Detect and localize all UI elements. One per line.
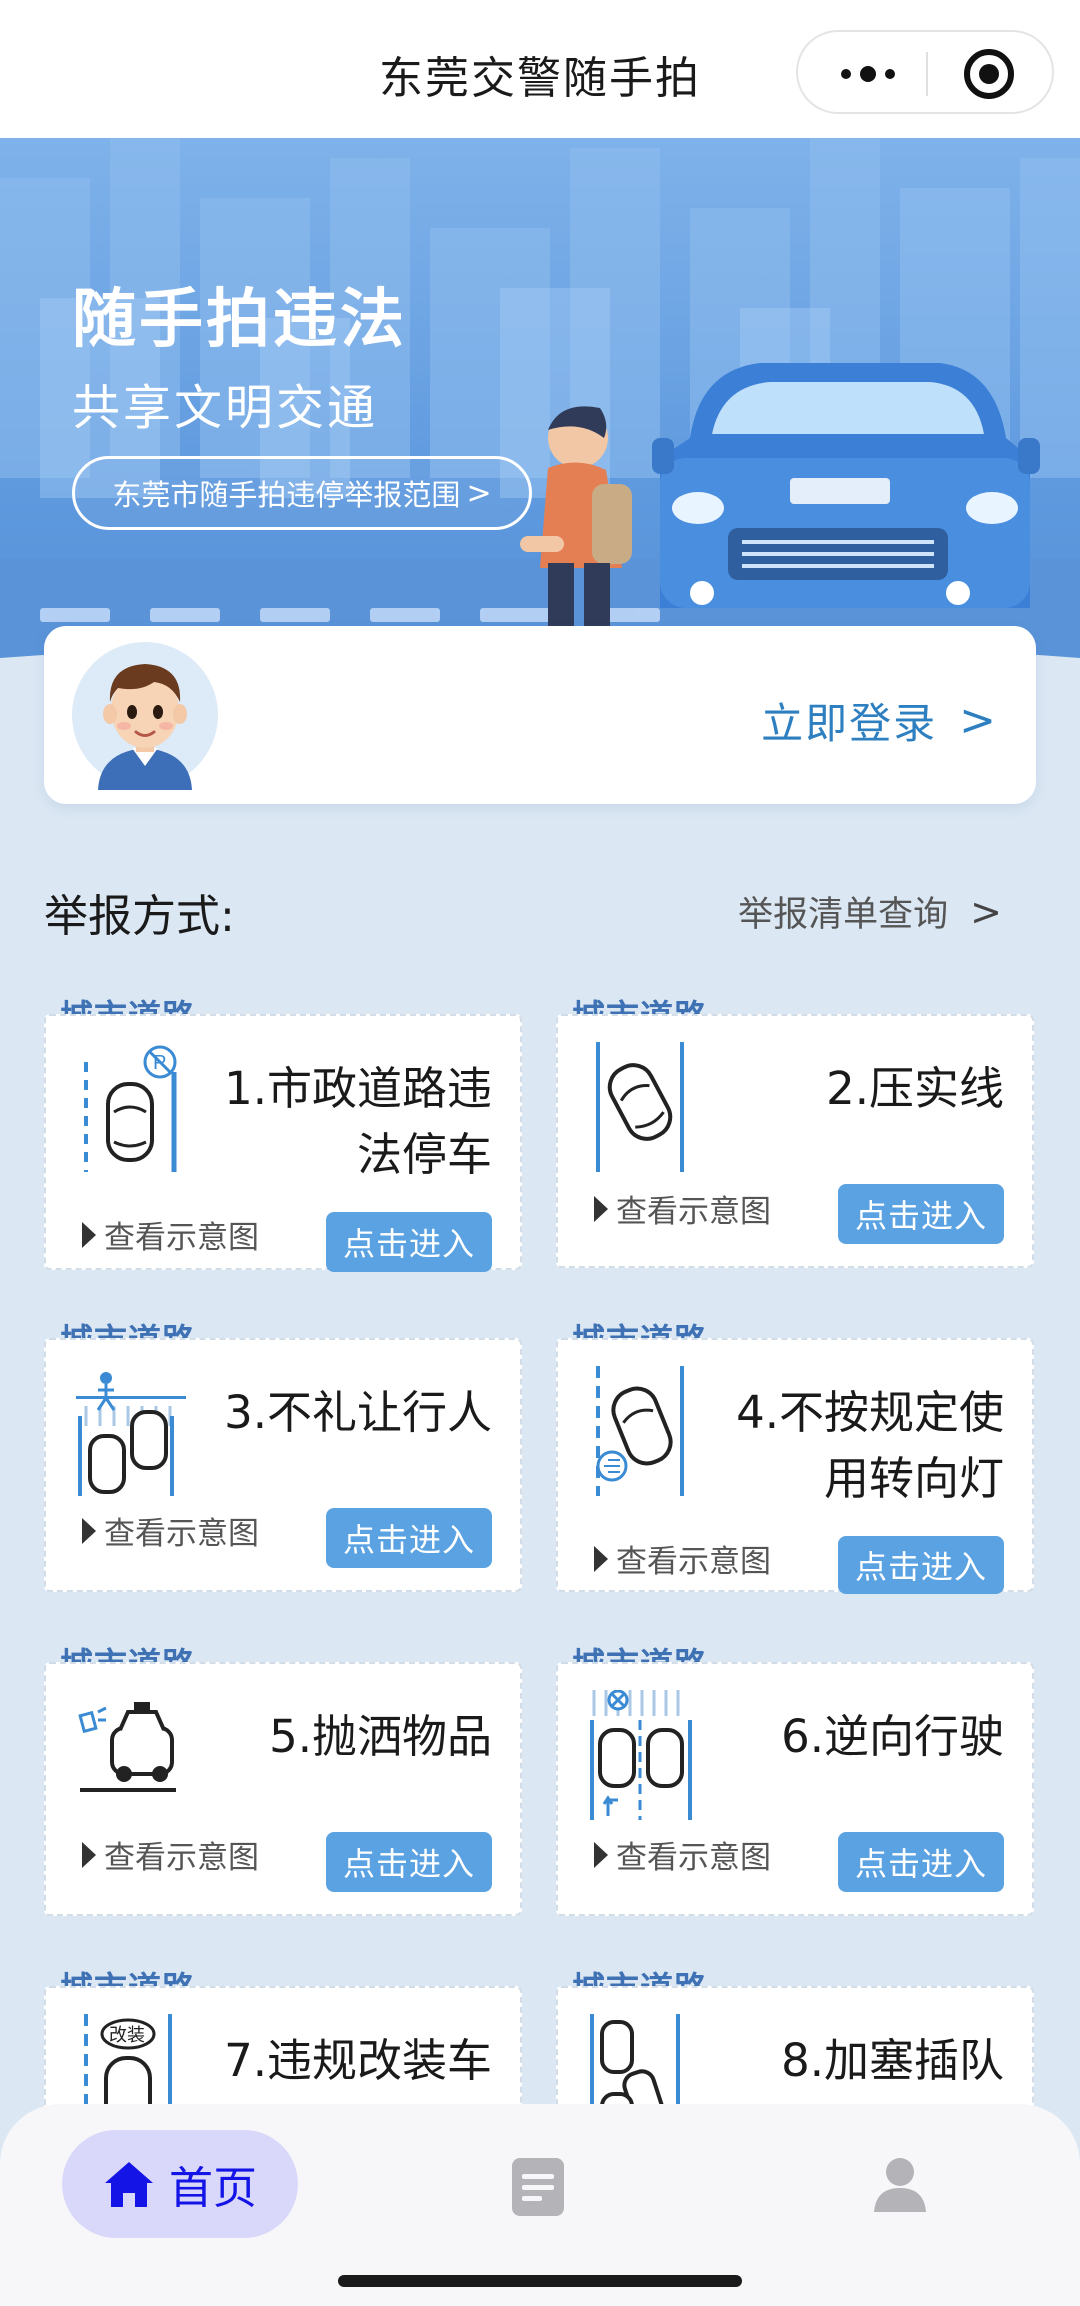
view-diagram-label: 查看示意图: [616, 1194, 771, 1230]
card-title: 2.压实线: [826, 1062, 1004, 1115]
login-card[interactable]: 立即登录 >: [44, 626, 1036, 804]
pedestrian-icon: [76, 1372, 186, 1496]
card-title: 1.市政道路违法停车: [224, 1062, 492, 1181]
login-label: 立即登录: [761, 699, 938, 748]
triangle-right-icon: [594, 1545, 608, 1572]
view-diagram-link[interactable]: 查看示意图: [594, 1536, 771, 1581]
svg-text:改装: 改装: [109, 2025, 145, 2046]
card-title: 8.加塞插队: [781, 2034, 1004, 2087]
report-card-pedestrian[interactable]: 3.不礼让行人 查看示意图 点击进入: [44, 1338, 522, 1592]
turn-signal-icon: [596, 1366, 684, 1496]
littering-icon: [78, 1702, 176, 1792]
view-diagram-label: 查看示意图: [616, 1544, 771, 1580]
enter-button[interactable]: 点击进入: [326, 1508, 492, 1568]
enter-button[interactable]: 点击进入: [326, 1832, 492, 1892]
login-button[interactable]: 立即登录 >: [761, 690, 998, 751]
card-title: 4.不按规定使用转向灯: [736, 1386, 1004, 1505]
home-icon: [105, 2162, 153, 2207]
tab-home-label: 首页: [169, 2163, 257, 2214]
chevron-right-icon: >: [466, 475, 492, 511]
triangle-right-icon: [594, 1195, 608, 1222]
nav-bar: 东莞交警随手拍: [0, 0, 1080, 138]
enter-button[interactable]: 点击进入: [838, 1536, 1004, 1594]
car-figure: [652, 363, 1040, 608]
report-card-solid-line[interactable]: 2.压实线 查看示意图 点击进入: [556, 1014, 1034, 1268]
enter-button[interactable]: 点击进入: [838, 1184, 1004, 1244]
tab-records[interactable]: [508, 2156, 568, 2218]
report-scope-button[interactable]: 东莞市随手拍违停举报范围 >: [72, 456, 532, 530]
triangle-right-icon: [82, 1221, 96, 1248]
wrong-way-icon: [590, 1690, 692, 1820]
view-diagram-label: 查看示意图: [104, 1220, 259, 1256]
chevron-right-icon: >: [970, 889, 1002, 934]
home-indicator: [338, 2275, 742, 2287]
card-title: 3.不礼让行人: [224, 1386, 492, 1439]
report-card-littering[interactable]: 5.抛洒物品 查看示意图 点击进入: [44, 1662, 522, 1916]
parking-icon: P: [84, 1045, 177, 1172]
view-diagram-label: 查看示意图: [104, 1840, 259, 1876]
banner-title: 随手拍违法: [72, 283, 407, 357]
report-list-query-link[interactable]: 举报清单查询 >: [738, 886, 1002, 937]
enter-button[interactable]: 点击进入: [838, 1832, 1004, 1892]
card-title: 6.逆向行驶: [781, 1710, 1004, 1763]
chevron-right-icon: >: [959, 695, 998, 746]
more-icon[interactable]: [828, 54, 908, 94]
capsule-divider: [926, 52, 928, 96]
solid-line-icon: [596, 1042, 684, 1172]
enter-button[interactable]: 点击进入: [326, 1212, 492, 1272]
close-target-icon[interactable]: [964, 49, 1014, 99]
view-diagram-label: 查看示意图: [616, 1840, 771, 1876]
view-diagram-link[interactable]: 查看示意图: [594, 1186, 771, 1231]
card-title: 7.违规改装车: [224, 2034, 492, 2087]
report-card-parking[interactable]: P 1.市政道路违法停车 查看示意图 点击进入: [44, 1014, 522, 1272]
tab-home[interactable]: 首页: [62, 2130, 298, 2238]
report-list-query-label: 举报清单查询: [738, 895, 949, 935]
report-methods-title: 举报方式:: [44, 891, 235, 942]
banner-subtitle: 共享文明交通: [72, 380, 379, 436]
triangle-right-icon: [82, 1517, 96, 1544]
tab-profile[interactable]: [870, 2154, 930, 2214]
report-card-turn-signal[interactable]: 4.不按规定使用转向灯 查看示意图 点击进入: [556, 1338, 1034, 1594]
report-card-wrong-way[interactable]: 6.逆向行驶 查看示意图 点击进入: [556, 1662, 1034, 1916]
view-diagram-link[interactable]: 查看示意图: [82, 1508, 259, 1553]
triangle-right-icon: [82, 1841, 96, 1868]
view-diagram-link[interactable]: 查看示意图: [82, 1212, 259, 1257]
triangle-right-icon: [594, 1841, 608, 1868]
card-title: 5.抛洒物品: [269, 1710, 492, 1763]
report-scope-label: 东莞市随手拍违停举报范围: [112, 478, 461, 512]
view-diagram-link[interactable]: 查看示意图: [594, 1832, 771, 1877]
view-diagram-label: 查看示意图: [104, 1516, 259, 1552]
view-diagram-link[interactable]: 查看示意图: [82, 1832, 259, 1877]
avatar: [72, 642, 218, 790]
mini-program-capsule: [796, 30, 1054, 114]
